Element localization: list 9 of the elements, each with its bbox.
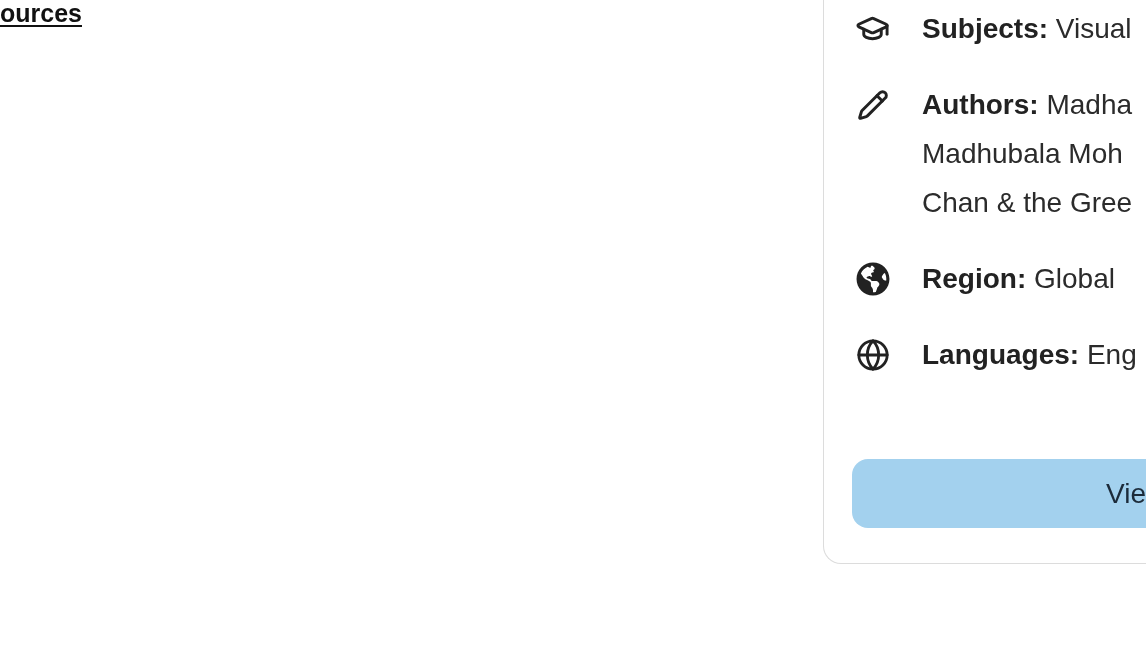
view-button[interactable]: Vie <box>852 459 1146 528</box>
globe-icon <box>855 337 890 372</box>
detail-text: Languages: Eng <box>922 338 1137 372</box>
pencil-icon <box>856 88 889 121</box>
earth-icon <box>855 261 890 296</box>
detail-text: Region: Global <box>922 262 1115 296</box>
detail-text: Subjects: Visual <box>922 12 1132 46</box>
detail-text: Authors: Madha Madhubala Moh Chan & the Gree <box>922 88 1133 220</box>
resources-link[interactable]: ources <box>0 0 82 27</box>
